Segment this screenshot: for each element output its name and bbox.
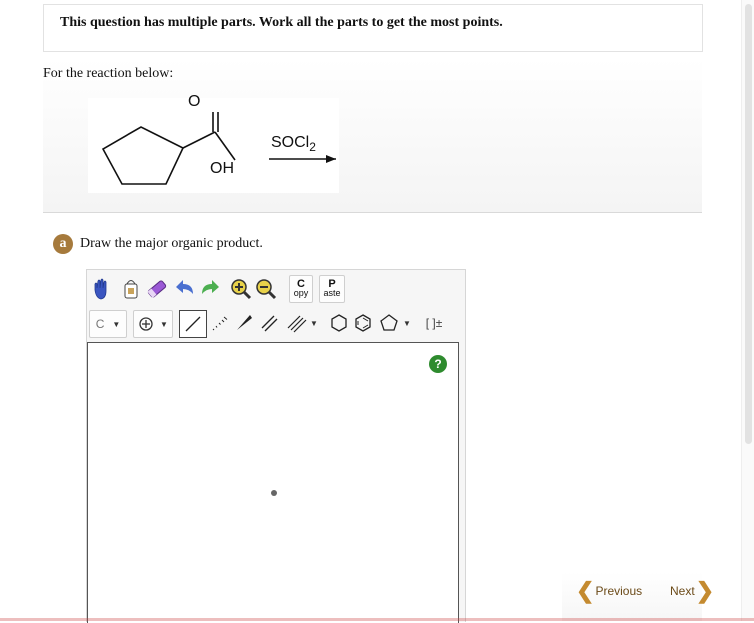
scrollbar-thumb[interactable]	[745, 4, 752, 444]
eraser-icon[interactable]	[145, 276, 169, 302]
reagent-subscript: 2	[309, 140, 316, 154]
chevron-down-icon: ▼	[112, 319, 121, 329]
hand-icon[interactable]	[89, 276, 113, 302]
chevron-down-icon: ▼	[160, 319, 168, 329]
single-bond-icon	[185, 316, 201, 332]
help-icon[interactable]: ?	[429, 355, 447, 373]
single-bond-tool[interactable]	[179, 310, 207, 338]
cyclopentane-icon	[380, 314, 398, 331]
cyclopentane-tool[interactable]: ▼	[376, 310, 414, 336]
next-label: Next	[670, 584, 695, 598]
canvas-center-dot	[271, 490, 277, 496]
lasso-icon[interactable]	[119, 276, 143, 302]
header-box: This question has multiple parts. Work a…	[43, 4, 703, 52]
drawing-canvas[interactable]: ?	[87, 342, 459, 623]
zoom-out-icon[interactable]	[254, 276, 278, 302]
chevron-down-icon: ▼	[403, 318, 411, 328]
copy-label-bottom: opy	[293, 288, 309, 298]
chevron-left-icon: ❮	[576, 578, 595, 603]
charge-tool[interactable]: ▼	[133, 310, 173, 338]
part-a-badge: a	[53, 234, 73, 254]
wedge-bond-icon	[237, 315, 252, 330]
scrollbar[interactable]	[741, 0, 754, 621]
element-selector[interactable]: C ▼	[89, 310, 127, 338]
wedge-bond-tool[interactable]	[232, 310, 256, 336]
part-a-prompt: Draw the major organic product.	[80, 236, 263, 251]
hashed-bond-icon	[212, 316, 228, 331]
previous-button[interactable]: ❮ Previous	[576, 580, 642, 602]
redo-icon[interactable]	[198, 276, 220, 302]
triple-bond-tool[interactable]: ▼	[282, 310, 322, 336]
cyclohexane-icon	[331, 314, 347, 332]
double-bond-icon	[261, 315, 278, 332]
paste-button[interactable]: P aste	[319, 275, 345, 303]
next-button[interactable]: Next ❯	[670, 580, 714, 602]
previous-label: Previous	[595, 584, 643, 598]
benzene-icon	[355, 314, 371, 332]
zoom-in-icon[interactable]	[229, 276, 253, 302]
chevron-down-icon: ▼	[310, 318, 318, 328]
hydroxyl-label: OH	[210, 160, 234, 177]
question-panel: For the reaction below: O OH SOCl2	[43, 58, 702, 213]
copy-button[interactable]: C opy	[289, 275, 313, 303]
cyclohexane-tool[interactable]	[327, 310, 351, 336]
structure-editor: C opy P aste C ▼ ▼ ▼ ▼ [ ]± ?	[86, 269, 466, 623]
undo-icon[interactable]	[175, 276, 197, 302]
chevron-right-icon: ❯	[695, 578, 715, 603]
paste-label-bottom: aste	[323, 288, 341, 298]
charge-plus-icon	[139, 317, 153, 331]
carbonyl-oxygen-label: O	[188, 93, 201, 110]
reagent-main: SOCl	[271, 134, 310, 151]
hashed-bond-tool[interactable]	[207, 310, 231, 336]
reagent-label: SOCl2	[271, 134, 316, 154]
reaction-image: O OH SOCl2	[88, 93, 339, 193]
triple-bond-icon	[287, 315, 307, 333]
benzene-tool[interactable]	[351, 310, 375, 336]
bracket-tool[interactable]: [ ]±	[420, 310, 448, 336]
element-selector-value: C	[95, 317, 105, 331]
double-bond-tool[interactable]	[257, 310, 281, 336]
page-title: This question has multiple parts. Work a…	[60, 15, 503, 30]
question-intro: For the reaction below:	[43, 66, 174, 81]
navigation-bar: ❮ Previous Next ❯	[562, 572, 714, 621]
